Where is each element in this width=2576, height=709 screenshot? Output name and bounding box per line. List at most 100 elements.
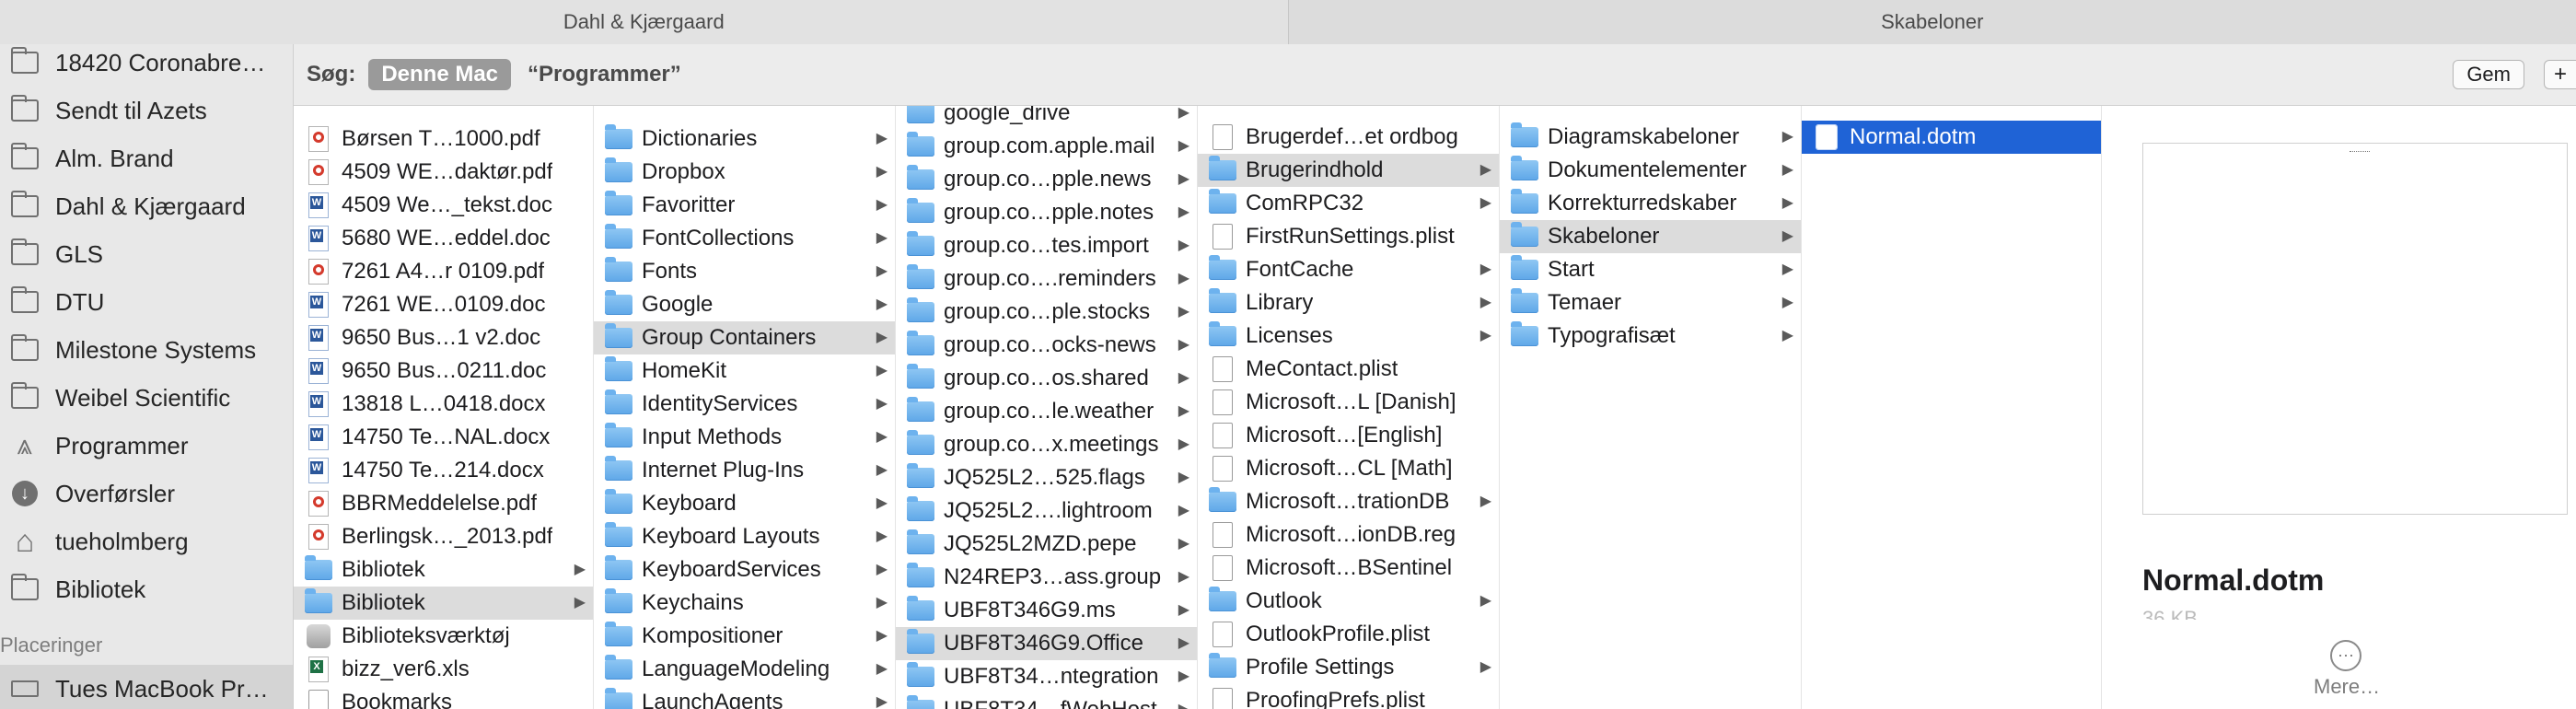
file-row[interactable]: JQ525L2…525.flags ▶: [896, 461, 1197, 494]
file-row[interactable]: 4509 We…_tekst.doc: [294, 189, 593, 222]
file-row[interactable]: Berlingsk…_2013.pdf: [294, 520, 593, 553]
more-button[interactable]: ⋯ Mere…: [2314, 640, 2380, 699]
file-row[interactable]: 5680 WE…eddel.doc: [294, 222, 593, 255]
file-row[interactable]: Library ▶: [1198, 286, 1499, 320]
sidebar-item[interactable]: Alm. Brand: [0, 134, 293, 182]
file-row[interactable]: group.co…x.meetings ▶: [896, 428, 1197, 461]
file-row[interactable]: JQ525L2….lightroom ▶: [896, 494, 1197, 528]
file-row[interactable]: Skabeloner ▶: [1500, 220, 1801, 253]
file-row[interactable]: Bookmarks: [294, 686, 593, 709]
sidebar-item[interactable]: ⩓ Programmer: [0, 422, 293, 470]
file-row[interactable]: group.co…le.weather ▶: [896, 395, 1197, 428]
file-row[interactable]: group.co…os.shared ▶: [896, 362, 1197, 395]
file-row[interactable]: group.co…ocks-news ▶: [896, 329, 1197, 362]
file-row[interactable]: Internet Plug-Ins ▶: [594, 454, 895, 487]
file-row[interactable]: UBF8T346G9.Office ▶: [896, 627, 1197, 660]
file-row[interactable]: Typografisæt ▶: [1500, 320, 1801, 353]
file-row[interactable]: Microsoft…trationDB ▶: [1198, 485, 1499, 518]
file-row[interactable]: BBRMeddelelse.pdf: [294, 487, 593, 520]
file-row[interactable]: Microsoft…ionDB.reg: [1198, 518, 1499, 552]
sidebar-item-device[interactable]: Tues MacBook Pr…: [0, 665, 293, 709]
file-row[interactable]: Google ▶: [594, 288, 895, 321]
file-row[interactable]: Fonts ▶: [594, 255, 895, 288]
file-row[interactable]: MeContact.plist: [1198, 353, 1499, 386]
file-row[interactable]: FontCache ▶: [1198, 253, 1499, 286]
file-row[interactable]: UBF8T346G9.ms ▶: [896, 594, 1197, 627]
file-row[interactable]: Input Methods ▶: [594, 421, 895, 454]
file-row[interactable]: Korrekturredskaber ▶: [1500, 187, 1801, 220]
file-row[interactable]: Microsoft…BSentinel: [1198, 552, 1499, 585]
file-row[interactable]: Outlook ▶: [1198, 585, 1499, 618]
file-row[interactable]: 9650 Bus…0211.doc: [294, 354, 593, 388]
file-row[interactable]: FirstRunSettings.plist: [1198, 220, 1499, 253]
file-row[interactable]: group.com.apple.mail ▶: [896, 130, 1197, 163]
file-row[interactable]: 4509 WE…daktør.pdf: [294, 156, 593, 189]
add-criteria-button[interactable]: +: [2544, 60, 2576, 89]
file-row[interactable]: Dictionaries ▶: [594, 122, 895, 156]
file-row[interactable]: Kompositioner ▶: [594, 620, 895, 653]
file-row[interactable]: IdentityServices ▶: [594, 388, 895, 421]
sidebar-item[interactable]: 18420 Coronabre…: [0, 44, 293, 87]
file-row[interactable]: FontCollections ▶: [594, 222, 895, 255]
file-row[interactable]: Normal.dotm: [1802, 121, 2101, 154]
file-row[interactable]: group.co…ple.stocks ▶: [896, 296, 1197, 329]
search-scope-this-mac[interactable]: Denne Mac: [368, 59, 512, 90]
file-row[interactable]: Børsen T…1000.pdf: [294, 122, 593, 156]
sidebar-item[interactable]: GLS: [0, 230, 293, 278]
file-row[interactable]: KeyboardServices ▶: [594, 553, 895, 587]
file-row[interactable]: 7261 A4…r 0109.pdf: [294, 255, 593, 288]
file-row[interactable]: Dokumentelementer ▶: [1500, 154, 1801, 187]
file-row[interactable]: ComRPC32 ▶: [1198, 187, 1499, 220]
file-row[interactable]: LanguageModeling ▶: [594, 653, 895, 686]
sidebar-item[interactable]: Weibel Scientific: [0, 374, 293, 422]
file-row[interactable]: JQ525L2MZD.pepe ▶: [896, 528, 1197, 561]
file-row[interactable]: 9650 Bus…1 v2.doc: [294, 321, 593, 354]
file-row[interactable]: ProofingPrefs.plist: [1198, 684, 1499, 709]
file-row[interactable]: Profile Settings ▶: [1198, 651, 1499, 684]
file-row[interactable]: group.co…tes.import ▶: [896, 229, 1197, 262]
file-row[interactable]: Temaer ▶: [1500, 286, 1801, 320]
file-row[interactable]: Bibliotek ▶: [294, 553, 593, 587]
file-row[interactable]: Keyboard ▶: [594, 487, 895, 520]
file-row[interactable]: 7261 WE…0109.doc: [294, 288, 593, 321]
file-row[interactable]: Microsoft…CL [Math]: [1198, 452, 1499, 485]
file-row[interactable]: 14750 Te…NAL.docx: [294, 421, 593, 454]
file-row[interactable]: Microsoft…[English]: [1198, 419, 1499, 452]
file-row[interactable]: HomeKit ▶: [594, 354, 895, 388]
file-row[interactable]: 14750 Te…214.docx: [294, 454, 593, 487]
file-row[interactable]: group.co…pple.news ▶: [896, 163, 1197, 196]
file-row[interactable]: Brugerindhold ▶: [1198, 154, 1499, 187]
tab-dahl-kjaergaard[interactable]: Dahl & Kjærgaard: [0, 0, 1288, 44]
sidebar-item[interactable]: Milestone Systems: [0, 326, 293, 374]
file-row[interactable]: OutlookProfile.plist: [1198, 618, 1499, 651]
file-row[interactable]: bizz_ver6.xls: [294, 653, 593, 686]
file-row[interactable]: group.co….reminders ▶: [896, 262, 1197, 296]
file-row[interactable]: Microsoft…L [Danish]: [1198, 386, 1499, 419]
file-row[interactable]: Dropbox ▶: [594, 156, 895, 189]
file-row[interactable]: UBF8T34…ntegration ▶: [896, 660, 1197, 693]
file-row[interactable]: LaunchAgents ▶: [594, 686, 895, 709]
file-row[interactable]: Favoritter ▶: [594, 189, 895, 222]
file-row[interactable]: google_drive ▶: [896, 106, 1197, 130]
sidebar-item[interactable]: Sendt til Azets: [0, 87, 293, 134]
file-row[interactable]: UBF8T34…fWebHost ▶: [896, 693, 1197, 709]
sidebar-item[interactable]: ↓ Overførsler: [0, 470, 293, 517]
tab-skabeloner[interactable]: Skabeloner: [1287, 0, 2576, 44]
file-row[interactable]: Keyboard Layouts ▶: [594, 520, 895, 553]
file-row[interactable]: 13818 L…0418.docx: [294, 388, 593, 421]
file-row[interactable]: Biblioteksværktøj: [294, 620, 593, 653]
file-row[interactable]: Diagramskabeloner ▶: [1500, 121, 1801, 154]
file-row[interactable]: Brugerdef…et ordbog: [1198, 121, 1499, 154]
sidebar-item[interactable]: Dahl & Kjærgaard: [0, 182, 293, 230]
save-search-button[interactable]: Gem: [2453, 60, 2524, 89]
sidebar-item[interactable]: DTU: [0, 278, 293, 326]
file-row[interactable]: Bibliotek ▶: [294, 587, 593, 620]
file-row[interactable]: N24REP3…ass.group ▶: [896, 561, 1197, 594]
search-scope-applications[interactable]: “Programmer”: [528, 62, 681, 87]
file-row[interactable]: Group Containers ▶: [594, 321, 895, 354]
sidebar-item[interactable]: ⌂ tueholmberg: [0, 517, 293, 565]
file-row[interactable]: group.co…pple.notes ▶: [896, 196, 1197, 229]
file-row[interactable]: Licenses ▶: [1198, 320, 1499, 353]
file-row[interactable]: Start ▶: [1500, 253, 1801, 286]
file-row[interactable]: Keychains ▶: [594, 587, 895, 620]
